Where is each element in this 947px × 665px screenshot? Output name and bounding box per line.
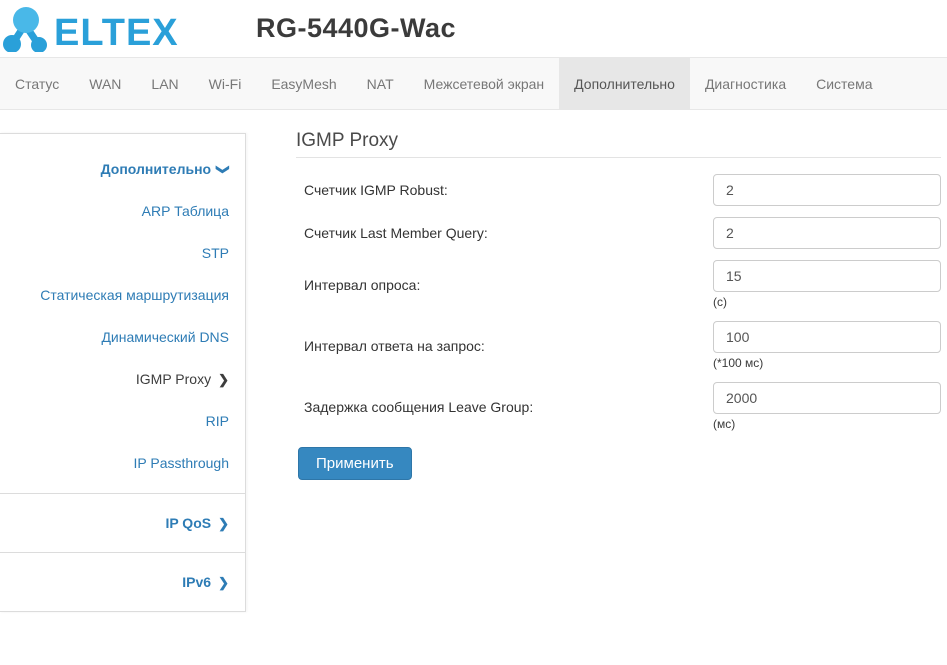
sidebar-item-label: IP Passthrough	[134, 455, 229, 471]
sidebar-section-additional: Дополнительно ❯ ARP Таблица STP Статическая …	[0, 133, 245, 493]
sidebar-item-stp[interactable]: STP	[0, 232, 245, 274]
header: ELTEX RG-5440G-Wac	[0, 0, 947, 57]
tab-bar: СтатусWANLANWi-FiEasyMeshNATМежсетевой э…	[0, 57, 947, 110]
tab-межсетевой-экран[interactable]: Межсетевой экран	[409, 58, 560, 109]
content-area: Дополнительно ❯ ARP Таблица STP Статическая …	[0, 110, 947, 665]
form-row-igmp-robust-counter: Счетчик IGMP Robust:	[296, 174, 941, 206]
query-response-interval-input[interactable]	[713, 321, 941, 353]
query-response-interval-control: (*100 мс)	[713, 321, 941, 371]
chevron-right-icon: ❯	[218, 373, 229, 386]
sidebar-section-title: Дополнительно	[101, 161, 211, 177]
eltex-logo-text: ELTEX	[54, 12, 179, 52]
tab-система[interactable]: Система	[801, 58, 887, 109]
sidebar-item-static-routing[interactable]: Статическая маршрутизация	[0, 274, 245, 316]
sidebar-item-label: STP	[202, 245, 229, 261]
tab-wi-fi[interactable]: Wi-Fi	[194, 58, 257, 109]
query-interval-label: Интервал опроса:	[296, 277, 713, 293]
sidebar-item-label: Статическая маршрутизация	[40, 287, 229, 303]
sidebar-item-rip[interactable]: RIP	[0, 400, 245, 442]
sidebar-section-ip-qos: IP QoS ❯	[0, 493, 245, 552]
form-row-leave-group-delay: Задержка сообщения Leave Group:(мс)	[296, 382, 941, 432]
sidebar-section-header-additional[interactable]: Дополнительно ❯	[0, 148, 245, 190]
tab-статус[interactable]: Статус	[0, 58, 74, 109]
sidebar-item-label: ARP Таблица	[142, 203, 229, 219]
chevron-right-icon: ❯	[218, 576, 229, 589]
sidebar: Дополнительно ❯ ARP Таблица STP Статическая …	[0, 110, 246, 612]
form-row-query-response-interval: Интервал ответа на запрос:(*100 мс)	[296, 321, 941, 371]
query-interval-unit-hint: (с)	[713, 295, 941, 310]
query-interval-control: (с)	[713, 260, 941, 310]
device-model-title: RG-5440G-Wac	[256, 13, 456, 44]
tab-wan[interactable]: WAN	[74, 58, 136, 109]
eltex-logo-icon: ELTEX	[2, 6, 192, 52]
tab-дополнительно[interactable]: Дополнительно	[559, 58, 690, 109]
leave-group-delay-unit-hint: (мс)	[713, 417, 941, 432]
sidebar-item-label: RIP	[206, 413, 229, 429]
sidebar-item-arp-table[interactable]: ARP Таблица	[0, 190, 245, 232]
chevron-right-icon: ❯	[218, 517, 229, 530]
query-interval-input[interactable]	[713, 260, 941, 292]
last-member-query-counter-control	[713, 217, 941, 249]
leave-group-delay-label: Задержка сообщения Leave Group:	[296, 399, 713, 415]
main-panel: IGMP Proxy Счетчик IGMP Robust: Счетчик L…	[246, 110, 947, 480]
sidebar-item-label: Динамический DNS	[101, 329, 229, 345]
eltex-logo: ELTEX	[2, 6, 192, 52]
sidebar-section-header-ipv6[interactable]: IPv6 ❯	[0, 561, 245, 603]
tab-диагностика[interactable]: Диагностика	[690, 58, 801, 109]
form-row-last-member-query-counter: Счетчик Last Member Query:	[296, 217, 941, 249]
chevron-down-icon: ❯	[217, 164, 230, 175]
tab-nat[interactable]: NAT	[352, 58, 409, 109]
sidebar-section-ipv6: IPv6 ❯	[0, 552, 245, 611]
sidebar-item-label: IGMP Proxy	[136, 371, 211, 387]
page-title: IGMP Proxy	[296, 130, 941, 158]
leave-group-delay-control: (мс)	[713, 382, 941, 432]
sidebar-section-header-ip-qos[interactable]: IP QoS ❯	[0, 502, 245, 544]
last-member-query-counter-label: Счетчик Last Member Query:	[296, 225, 713, 241]
tab-lan[interactable]: LAN	[136, 58, 193, 109]
sidebar-section-title: IPv6	[182, 574, 211, 590]
form-row-query-interval: Интервал опроса:(с)	[296, 260, 941, 310]
leave-group-delay-input[interactable]	[713, 382, 941, 414]
sidebar-item-dynamic-dns[interactable]: Динамический DNS	[0, 316, 245, 358]
query-response-interval-unit-hint: (*100 мс)	[713, 356, 941, 371]
igmp-proxy-form: Счетчик IGMP Robust: Счетчик Last Member …	[296, 174, 941, 432]
sidebar-item-ip-passthrough[interactable]: IP Passthrough	[0, 442, 245, 484]
apply-button[interactable]: Применить	[298, 447, 412, 480]
igmp-robust-counter-label: Счетчик IGMP Robust:	[296, 182, 713, 198]
tab-easymesh[interactable]: EasyMesh	[256, 58, 351, 109]
sidebar-item-igmp-proxy[interactable]: IGMP Proxy ❯	[0, 358, 245, 400]
igmp-robust-counter-control	[713, 174, 941, 206]
sidebar-section-title: IP QoS	[165, 515, 211, 531]
sidebar-nav: Дополнительно ❯ ARP Таблица STP Статическая …	[0, 133, 246, 612]
query-response-interval-label: Интервал ответа на запрос:	[296, 338, 713, 354]
last-member-query-counter-input[interactable]	[713, 217, 941, 249]
igmp-robust-counter-input[interactable]	[713, 174, 941, 206]
